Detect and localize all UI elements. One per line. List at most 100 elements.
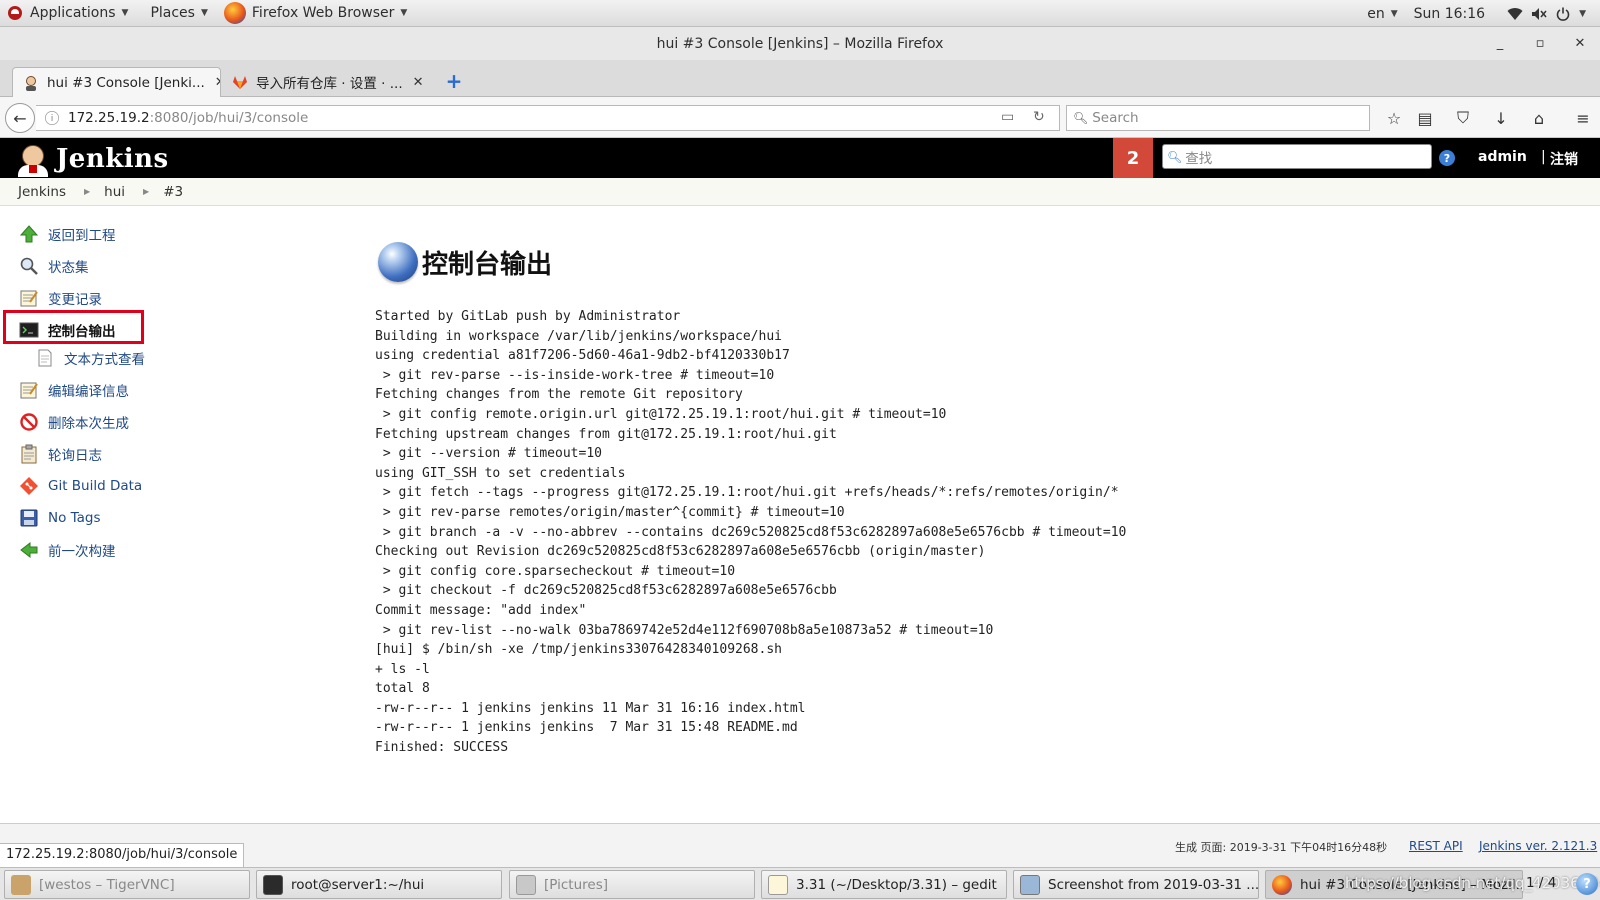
wifi-icon[interactable] bbox=[1506, 5, 1524, 23]
close-tab-icon[interactable]: ✕ bbox=[215, 75, 220, 90]
breadcrumb-item-jenkins[interactable]: Jenkins bbox=[18, 184, 66, 200]
watermark: https://blog.csdn.net/qq_42036824 bbox=[1345, 874, 1600, 892]
task-no-tags[interactable]: No Tags bbox=[18, 505, 101, 531]
taskbar: [westos – TigerVNC] root@server1:~/hui [… bbox=[0, 867, 1600, 900]
taskbar-item-terminal[interactable]: root@server1:~/hui bbox=[256, 870, 502, 899]
user-link[interactable]: admin bbox=[1478, 149, 1527, 165]
caret-down-icon: ▼ bbox=[1390, 8, 1398, 19]
clipboard-icon bbox=[18, 443, 40, 465]
help-icon[interactable]: ? bbox=[1439, 150, 1455, 166]
console-line: -rw-r--r-- 1 jenkins jenkins 11 Mar 31 1… bbox=[375, 700, 806, 716]
jenkins-butler-icon bbox=[16, 141, 50, 177]
gnome-top-bar: Applications ▼ Places ▼ Firefox Web Brow… bbox=[0, 0, 1600, 27]
console-line: > git fetch --tags --progress git@172.25… bbox=[375, 485, 1119, 501]
task-label: 状态集 bbox=[48, 260, 89, 276]
up-arrow-icon bbox=[18, 223, 40, 245]
reader-view-icon[interactable]: ▭ bbox=[1001, 109, 1014, 125]
console-line: > git rev-parse remotes/origin/master^{c… bbox=[375, 504, 845, 520]
workspace-indicator[interactable]: 1 / 4 bbox=[1526, 875, 1556, 891]
clock-label: Sun 16:16 bbox=[1413, 5, 1486, 22]
tab-jenkins-console[interactable]: hui #3 Console [Jenki... ✕ bbox=[12, 67, 221, 97]
console-line: Fetching upstream changes from git@172.2… bbox=[375, 426, 837, 442]
console-line: > git rev-parse --is-inside-work-tree # … bbox=[375, 367, 775, 383]
close-tab-icon[interactable]: ✕ bbox=[413, 75, 424, 90]
back-arrow-icon[interactable]: ← bbox=[5, 103, 35, 133]
chevron-right-icon[interactable]: ▶ bbox=[143, 187, 149, 196]
folder-icon bbox=[516, 874, 536, 895]
taskbar-item-gedit[interactable]: 3.31 (~/Desktop/3.31) – gedit bbox=[761, 870, 1007, 899]
left-arrow-icon bbox=[18, 539, 40, 561]
status-url-tooltip: 172.25.19.2:8080/job/hui/3/console bbox=[0, 843, 245, 867]
chevron-right-icon[interactable]: ▶ bbox=[84, 187, 90, 196]
fedora-icon bbox=[8, 6, 22, 20]
gitlab-favicon-icon bbox=[232, 74, 248, 90]
applications-menu[interactable]: Applications ▼ bbox=[0, 0, 136, 27]
generated-timestamp: 生成 页面: 2019-3-31 下午04时16分48秒 bbox=[1175, 841, 1388, 854]
task-label: Git Build Data bbox=[48, 478, 143, 494]
window-title-bar: hui #3 Console [Jenkins] – Mozilla Firef… bbox=[0, 27, 1600, 60]
caret-down-icon[interactable]: ▼ bbox=[1579, 9, 1586, 19]
language-indicator[interactable]: en ▼ bbox=[1359, 0, 1405, 27]
task-delete-build[interactable]: 删除本次生成 bbox=[18, 409, 129, 435]
pocket-icon[interactable]: ⛉ bbox=[1452, 107, 1474, 129]
taskbar-item-pictures[interactable]: [Pictures] bbox=[509, 870, 755, 899]
task-polling-log[interactable]: 轮询日志 bbox=[18, 441, 102, 467]
volume-muted-icon[interactable] bbox=[1530, 5, 1548, 23]
tab-gitlab-import[interactable]: 导入所有仓库 · 设置 · ... ✕ bbox=[222, 67, 430, 97]
task-changes[interactable]: 变更记录 bbox=[18, 285, 102, 311]
jenkins-logo[interactable]: Jenkins bbox=[16, 141, 169, 177]
highlight-box bbox=[3, 310, 144, 344]
taskbar-label: root@server1:~/hui bbox=[291, 876, 425, 893]
search-placeholder: Search bbox=[1092, 110, 1139, 126]
minimize-icon[interactable]: _ bbox=[1480, 36, 1520, 51]
taskbar-label: Screenshot from 2019-03-31 ... bbox=[1048, 876, 1259, 893]
new-tab-icon[interactable]: + bbox=[443, 71, 465, 93]
taskbar-item-screenshot[interactable]: Screenshot from 2019-03-31 ... bbox=[1013, 870, 1259, 899]
notification-badge[interactable]: 2 bbox=[1113, 138, 1153, 178]
terminal-icon bbox=[263, 874, 283, 895]
console-line: > git config core.sparsecheckout # timeo… bbox=[375, 563, 736, 579]
notepad-icon bbox=[18, 287, 40, 309]
library-icon[interactable]: ▤ bbox=[1414, 107, 1436, 129]
console-line: > git rev-list --no-walk 03ba7869742e52d… bbox=[375, 622, 994, 638]
page-title: 控制台输出 bbox=[422, 249, 553, 280]
breadcrumb-item-build[interactable]: #3 bbox=[163, 184, 183, 200]
home-icon[interactable]: ⌂ bbox=[1528, 107, 1550, 129]
breadcrumb-item-hui[interactable]: hui bbox=[104, 184, 125, 200]
active-app-menu[interactable]: Firefox Web Browser ▼ bbox=[216, 0, 415, 27]
task-view-as-plain-text[interactable]: 文本方式查看 bbox=[34, 345, 145, 371]
taskbar-item-tigervnc[interactable]: [westos – TigerVNC] bbox=[4, 870, 250, 899]
jenkins-search-input[interactable]: 🔍︎ 查找 bbox=[1162, 144, 1432, 169]
search-icon: 🔍︎ bbox=[1073, 111, 1089, 125]
places-label: Places bbox=[150, 5, 195, 21]
task-previous-build[interactable]: 前一次构建 bbox=[18, 537, 116, 563]
clock[interactable]: Sun 16:16 bbox=[1406, 0, 1493, 27]
rest-api-link[interactable]: REST API bbox=[1409, 839, 1463, 853]
bookmark-star-icon[interactable]: ☆ bbox=[1383, 107, 1405, 129]
tab-label: 导入所有仓库 · 设置 · ... bbox=[256, 76, 403, 92]
jenkins-version-link[interactable]: Jenkins ver. 2.121.3 bbox=[1479, 839, 1597, 853]
url-bar[interactable]: i 172.25.19.2:8080/job/hui/3/console ▭ ↻ bbox=[36, 105, 1060, 131]
places-menu[interactable]: Places ▼ bbox=[142, 0, 215, 27]
logout-link[interactable]: 注销 bbox=[1550, 149, 1578, 169]
reload-icon[interactable]: ↻ bbox=[1033, 109, 1045, 125]
console-line: Started by GitLab push by Administrator bbox=[375, 309, 681, 324]
task-back-to-project[interactable]: 返回到工程 bbox=[18, 221, 116, 247]
maximize-icon[interactable]: ▫ bbox=[1520, 36, 1560, 51]
save-icon bbox=[18, 507, 40, 529]
close-icon[interactable]: ✕ bbox=[1560, 36, 1600, 51]
console-output: Started by GitLab push by Administrator B… bbox=[375, 307, 1126, 758]
hamburger-menu-icon[interactable]: ≡ bbox=[1572, 107, 1594, 129]
info-icon[interactable]: i bbox=[45, 111, 59, 125]
taskbar-label: 3.31 (~/Desktop/3.31) – gedit bbox=[796, 876, 997, 893]
power-icon[interactable] bbox=[1554, 5, 1572, 23]
download-arrow-icon[interactable]: ↓ bbox=[1490, 107, 1512, 129]
git-icon bbox=[18, 475, 40, 497]
task-label: No Tags bbox=[48, 510, 101, 526]
task-git-build-data[interactable]: Git Build Data bbox=[18, 473, 142, 499]
task-status[interactable]: 状态集 bbox=[18, 253, 89, 279]
url-path: :8080/job/hui/3/console bbox=[149, 110, 309, 126]
help-icon[interactable]: ? bbox=[1576, 873, 1598, 895]
task-edit-build-info[interactable]: 编辑编译信息 bbox=[18, 377, 129, 403]
search-bar[interactable]: 🔍︎ Search bbox=[1066, 105, 1370, 131]
